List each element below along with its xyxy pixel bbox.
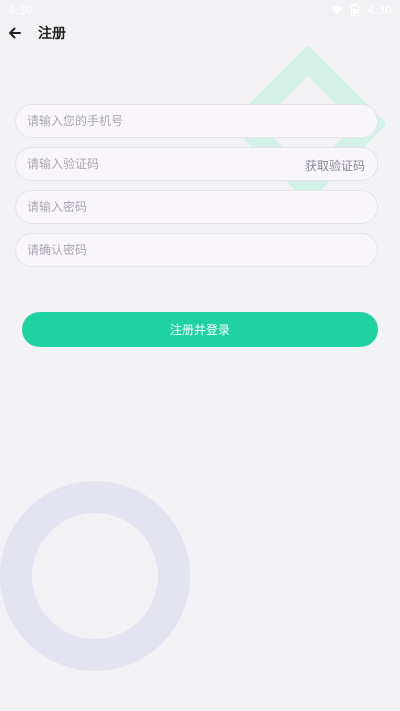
register-and-login-button[interactable]: 注册并登录 [22, 312, 378, 347]
confirm-password-field [15, 233, 378, 267]
verification-code-input[interactable] [27, 148, 287, 180]
register-screen: 4:30 4:30 注册 获取验证码 注册并登录 [0, 0, 400, 711]
password-field [15, 190, 378, 224]
status-time-left: 4:30 [8, 3, 33, 17]
phone-input[interactable] [27, 105, 366, 137]
password-input[interactable] [27, 191, 366, 223]
battery-icon [351, 4, 360, 16]
get-code-button[interactable]: 获取验证码 [305, 157, 365, 174]
status-bar: 4:30 4:30 [0, 0, 400, 20]
wifi-icon [331, 5, 343, 15]
phone-field [15, 104, 378, 138]
status-time-right: 4:30 [367, 3, 392, 17]
page-title: 注册 [38, 26, 66, 42]
code-field: 获取验证码 [15, 147, 378, 181]
status-bar-right: 4:30 [331, 4, 392, 17]
confirm-password-input[interactable] [27, 234, 366, 266]
decorative-ring-shape [0, 481, 190, 671]
header: 注册 [0, 20, 400, 46]
arrow-left-icon[interactable] [6, 24, 24, 42]
status-bar-left: 4:30 [8, 4, 33, 17]
